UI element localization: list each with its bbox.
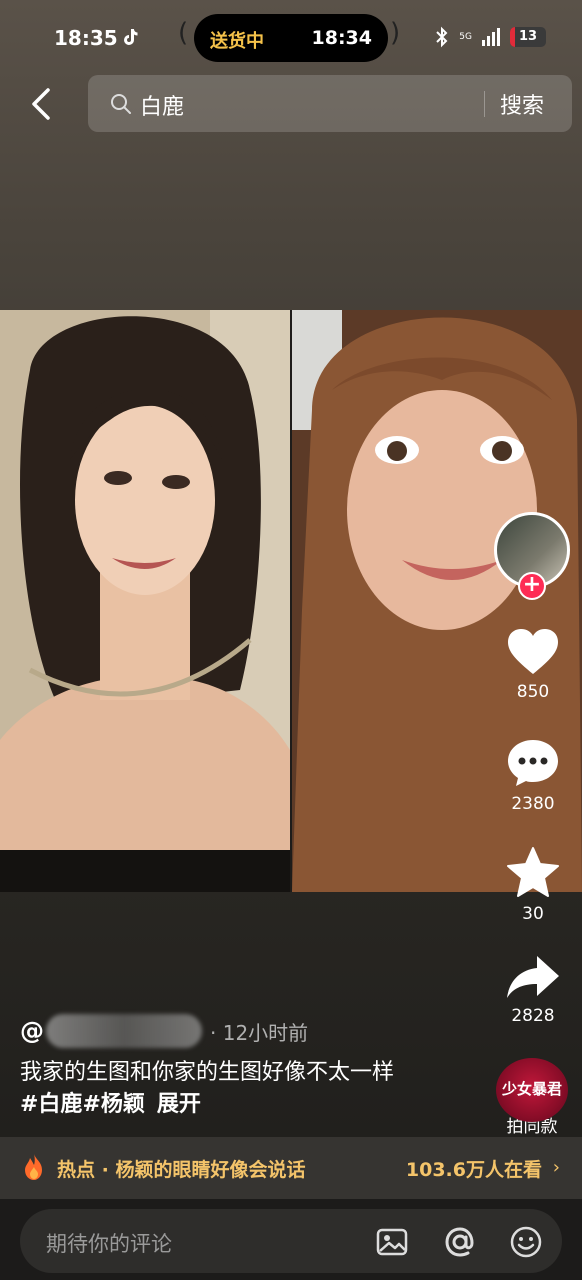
post-time: · 12小时前	[210, 1020, 309, 1045]
comment-placeholder: 期待你的评论	[46, 1232, 172, 1256]
fire-icon	[25, 1154, 42, 1180]
hashtag[interactable]: #杨颖	[82, 1092, 144, 1117]
author-row[interactable]: @ · 12小时前	[20, 1014, 308, 1048]
author-name-blurred[interactable]	[46, 1014, 202, 1048]
music-disc-text: 少女暴君	[501, 1080, 562, 1098]
battery-icon: 13	[510, 27, 546, 47]
comment-input[interactable]: 期待你的评论	[20, 1209, 562, 1273]
hot-topic-bar[interactable]: 热点 · 杨颖的眼睛好像会说话 103.6万人在看 ›	[0, 1137, 582, 1199]
island-right-bracket: )	[390, 18, 401, 48]
status-icons: 5G 13	[435, 26, 546, 48]
search-icon	[111, 94, 131, 114]
like-count: 850	[516, 682, 550, 702]
comment-count: 2380	[511, 794, 555, 814]
comment-icon	[508, 740, 558, 786]
island-left-bracket: (	[178, 18, 189, 48]
signal-icon	[482, 28, 500, 46]
hot-topic-text: 热点 · 杨颖的眼睛好像会说话	[57, 1159, 306, 1181]
bluetooth-icon	[436, 26, 448, 48]
video-player[interactable]	[0, 310, 582, 892]
status-bar: 18:35 ( 送货中 18:34 ) 5G 13	[0, 0, 582, 76]
favorite-count: 30	[522, 904, 544, 924]
share-count: 2828	[511, 1006, 555, 1026]
comment-button[interactable]: 2380	[498, 738, 568, 814]
post-caption: 我家的生图和你家的生图好像不太一样	[20, 1060, 395, 1085]
music-disc: 少女暴君	[496, 1058, 568, 1122]
expand-button[interactable]: 展开	[157, 1092, 201, 1117]
hashtag[interactable]: #白鹿	[20, 1092, 82, 1117]
follow-plus-button[interactable]: +	[518, 572, 546, 600]
remix-same-style-button[interactable]: 少女暴君 拍同款	[494, 1058, 570, 1137]
chevron-right-icon: ›	[552, 1157, 560, 1178]
share-button[interactable]: 2828	[498, 954, 568, 1026]
search-input[interactable]: 白鹿	[140, 89, 184, 121]
author-at: @	[20, 1017, 44, 1045]
status-time: 18:35	[54, 26, 118, 50]
post-tags: #白鹿#杨颖 展开	[20, 1090, 201, 1120]
dynamic-island-delivery[interactable]: 送货中 18:34	[194, 14, 388, 62]
heart-icon	[508, 629, 558, 674]
like-button[interactable]: 850	[498, 628, 568, 702]
mention-icon[interactable]	[444, 1226, 476, 1258]
comment-area: 期待你的评论	[0, 1199, 582, 1280]
star-icon	[507, 847, 559, 897]
search-bar[interactable]: 白鹿 搜索	[88, 75, 572, 132]
back-chevron-icon[interactable]	[24, 84, 60, 124]
delivery-status: 送货中	[210, 31, 264, 52]
viewer-count: 103.6万人在看	[405, 1159, 542, 1181]
left-portrait-photo	[0, 310, 290, 892]
network-type: 5G	[459, 31, 472, 42]
favorite-button[interactable]: 30	[498, 846, 568, 924]
delivery-time: 18:34	[311, 27, 372, 49]
battery-level: 13	[518, 29, 538, 44]
emoji-icon[interactable]	[510, 1226, 542, 1258]
image-icon[interactable]	[376, 1226, 408, 1258]
search-divider	[484, 91, 485, 117]
share-arrow-icon	[507, 956, 559, 998]
search-button[interactable]: 搜索	[500, 88, 544, 120]
tiktok-icon	[124, 29, 138, 45]
